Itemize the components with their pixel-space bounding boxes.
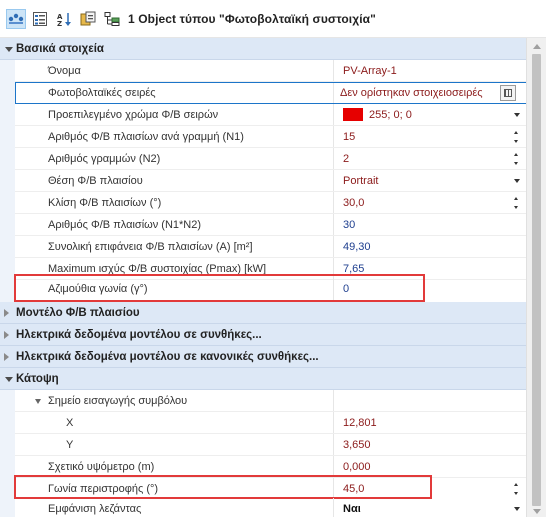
category-label: Κάτοψη bbox=[16, 373, 59, 385]
property-row-color[interactable]: Προεπιλεγμένο χρώμα Φ/Β σειρών 255; 0; 0 bbox=[0, 104, 546, 126]
property-label: Κλίση Φ/Β πλαισίων (°) bbox=[48, 197, 162, 209]
highlight-box-rotation bbox=[14, 475, 432, 499]
property-row-name[interactable]: Όνομα PV-Array-1 bbox=[0, 60, 546, 82]
property-row-tilt[interactable]: Κλίση Φ/Β πλαισίων (°) 30,0 bbox=[0, 192, 546, 214]
property-value[interactable]: 3,650 bbox=[343, 434, 371, 456]
spinner-icon[interactable] bbox=[513, 196, 521, 210]
property-row-x[interactable]: X 12,801 bbox=[0, 412, 546, 434]
property-value[interactable]: Ναι bbox=[343, 498, 361, 517]
property-pages-icon[interactable] bbox=[78, 9, 98, 29]
property-value[interactable]: 30,0 bbox=[343, 192, 364, 214]
svg-text:Z: Z bbox=[57, 20, 62, 27]
scroll-up-icon[interactable] bbox=[533, 44, 541, 49]
collapse-icon[interactable] bbox=[35, 399, 41, 404]
property-row-n1[interactable]: Αριθμός Φ/Β πλαισίων ανά γραμμή (N1) 15 bbox=[0, 126, 546, 148]
property-label: Αριθμός Φ/Β πλαισίων ανά γραμμή (N1) bbox=[48, 131, 244, 143]
property-value: 49,30 bbox=[343, 241, 371, 253]
property-row-insertion-point[interactable]: Σημείο εισαγωγής συμβόλου bbox=[0, 390, 546, 412]
scroll-down-icon[interactable] bbox=[533, 509, 541, 514]
property-label: X bbox=[66, 417, 74, 429]
category-module-model[interactable]: Μοντέλο Φ/Β πλαισίου bbox=[0, 302, 546, 324]
category-label: Βασικά στοιχεία bbox=[16, 43, 104, 55]
category-basic[interactable]: Βασικά στοιχεία bbox=[0, 38, 546, 60]
property-label: Αριθμός γραμμών (N2) bbox=[48, 153, 161, 165]
property-value[interactable]: 15 bbox=[343, 126, 355, 148]
vertical-scrollbar[interactable] bbox=[526, 38, 546, 517]
property-label: Θέση Φ/Β πλαισίου bbox=[48, 175, 143, 187]
sort-az-icon[interactable]: A Z bbox=[54, 9, 74, 29]
properties-view-icon[interactable] bbox=[30, 9, 50, 29]
category-label: Ηλεκτρικά δεδομένα μοντέλου σε συνθήκες.… bbox=[16, 329, 262, 341]
expand-icon[interactable] bbox=[4, 353, 9, 361]
property-grid: Βασικά στοιχεία Όνομα PV-Array-1 Φωτοβολ… bbox=[0, 38, 546, 517]
property-label: Σημείο εισαγωγής συμβόλου bbox=[48, 395, 188, 407]
category-plan[interactable]: Κάτοψη bbox=[0, 368, 546, 390]
property-value[interactable]: 255; 0; 0 bbox=[343, 104, 412, 126]
property-label: Αριθμός Φ/Β πλαισίων (N1*N2) bbox=[48, 219, 202, 231]
dropdown-arrow-icon[interactable] bbox=[514, 507, 520, 511]
property-row-legend[interactable]: Εμφάνιση λεζάντας Ναι bbox=[0, 498, 546, 517]
dropdown-arrow-icon[interactable] bbox=[514, 179, 520, 183]
expand-icon[interactable] bbox=[4, 331, 9, 339]
category-electrical-conditions[interactable]: Ηλεκτρικά δεδομένα μοντέλου σε συνθήκες.… bbox=[0, 324, 546, 346]
dropdown-arrow-icon[interactable] bbox=[514, 113, 520, 117]
property-row-area: Συνολική επιφάνεια Φ/Β πλαισίων (A) [m²]… bbox=[0, 236, 546, 258]
property-row-orientation[interactable]: Θέση Φ/Β πλαισίου Portrait bbox=[0, 170, 546, 192]
collapse-icon[interactable] bbox=[5, 47, 13, 52]
property-label: Εμφάνιση λεζάντας bbox=[48, 503, 142, 515]
property-row-n2[interactable]: Αριθμός γραμμών (N2) 2 bbox=[0, 148, 546, 170]
property-label: Y bbox=[66, 439, 74, 451]
property-value[interactable]: 12,801 bbox=[343, 412, 377, 434]
object-title: 1 Object τύπου "Φωτοβολταϊκή συστοιχία" bbox=[128, 11, 376, 26]
spinner-icon[interactable] bbox=[513, 130, 521, 144]
categorized-view-icon[interactable] bbox=[6, 8, 26, 29]
property-value[interactable]: PV-Array-1 bbox=[343, 60, 397, 82]
color-value-text: 255; 0; 0 bbox=[369, 109, 412, 121]
spinner-icon[interactable] bbox=[513, 152, 521, 166]
property-value: 30 bbox=[343, 219, 356, 231]
property-value[interactable]: Portrait bbox=[343, 170, 378, 192]
selected-row-outline bbox=[15, 82, 531, 104]
expand-icon[interactable] bbox=[4, 309, 9, 317]
property-label: Συνολική επιφάνεια Φ/Β πλαισίων (A) [m²] bbox=[48, 241, 253, 253]
object-tree-icon[interactable] bbox=[102, 9, 122, 29]
color-swatch bbox=[343, 107, 363, 121]
property-row-y[interactable]: Y 3,650 bbox=[0, 434, 546, 456]
category-label: Μοντέλο Φ/Β πλαισίου bbox=[16, 307, 140, 319]
collapse-icon[interactable] bbox=[5, 377, 13, 382]
category-label: Ηλεκτρικά δεδομένα μοντέλου σε κανονικές… bbox=[16, 351, 319, 363]
property-label: Όνομα bbox=[48, 65, 81, 77]
property-label: Προεπιλεγμένο χρώμα Φ/Β σειρών bbox=[48, 109, 219, 121]
spinner-icon[interactable] bbox=[513, 482, 521, 496]
category-electrical-normal[interactable]: Ηλεκτρικά δεδομένα μοντέλου σε κανονικές… bbox=[0, 346, 546, 368]
property-row-total: Αριθμός Φ/Β πλαισίων (N1*N2) 30 bbox=[0, 214, 546, 236]
property-value[interactable]: 2 bbox=[343, 148, 349, 170]
toolbar: A Z 1 Object τύπου "Φωτοβολταϊκή συστοιχ… bbox=[0, 0, 546, 38]
scroll-thumb[interactable] bbox=[532, 54, 541, 506]
highlight-box-azimuth bbox=[14, 274, 425, 302]
